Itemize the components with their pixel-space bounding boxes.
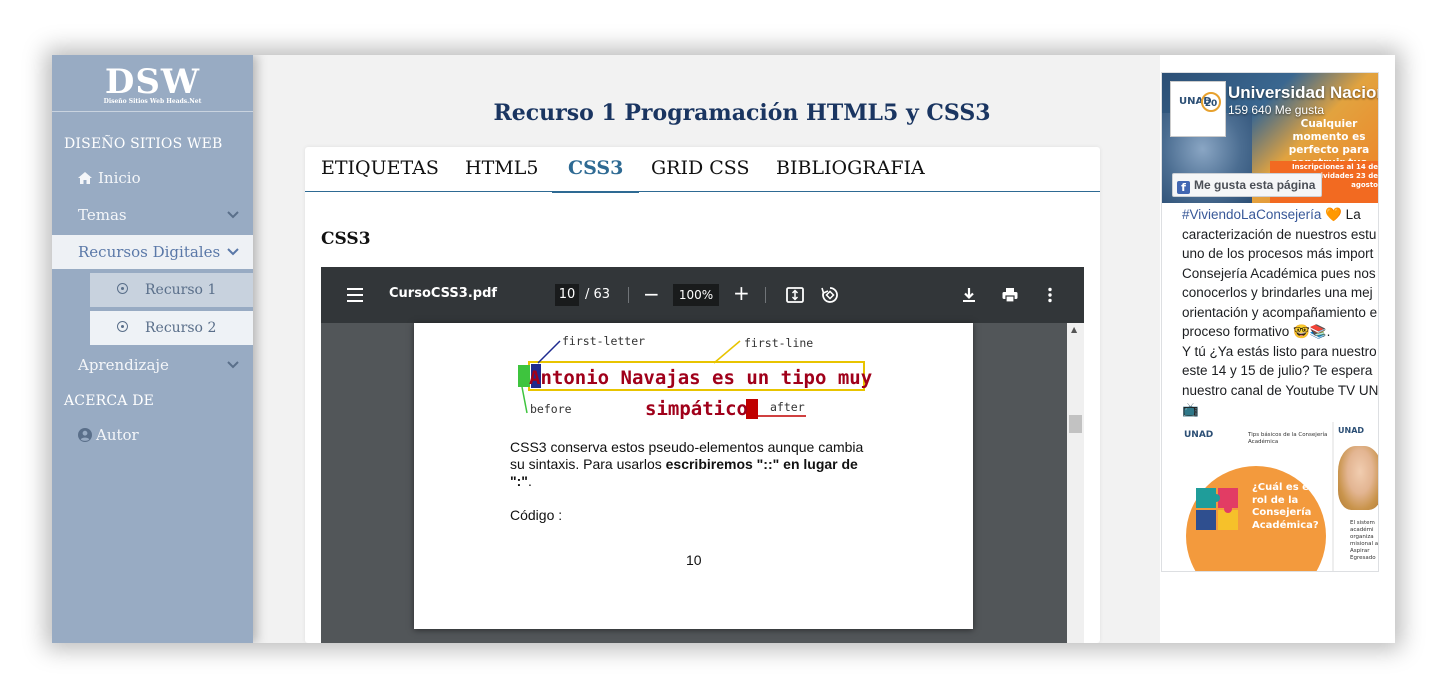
pdf-toolbar: CursoCSS3.pdf 10 / 63 − 100% + — [321, 267, 1084, 323]
page-title: Recurso 1 Programación HTML5 y CSS3 — [493, 100, 991, 126]
toolbar-divider — [765, 287, 766, 303]
page-number-input[interactable]: 10 — [555, 284, 579, 306]
sidebar-item-autor[interactable]: Autor — [52, 418, 253, 452]
image-logo: UNAD — [1338, 426, 1365, 435]
label-after: after — [770, 400, 805, 414]
home-icon — [78, 172, 92, 184]
tab-bar: ETIQUETAS HTML5 CSS3 GRID CSS BIBLIOGRAF… — [305, 147, 1100, 193]
sidebar-item-temas[interactable]: Temas — [52, 198, 253, 232]
avatar-badge: 20 — [1201, 92, 1221, 112]
radio-selected-icon — [117, 283, 128, 294]
fb-like-button[interactable]: f Me gusta esta página — [1172, 173, 1323, 197]
section-label-design: DISEÑO SITIOS WEB — [64, 136, 223, 152]
zoom-input[interactable]: 100% — [673, 284, 719, 306]
label-first-line: first-line — [744, 336, 813, 350]
site-logo[interactable]: DSW Diseño Sitios Web Heads.Net — [52, 55, 253, 112]
print-icon[interactable] — [1000, 285, 1020, 305]
post-line: este 14 y 15 de julio? Te espera — [1182, 363, 1373, 378]
sidebar-subitem-label: Recurso 2 — [145, 320, 217, 336]
chevron-down-icon — [227, 348, 239, 395]
scroll-thumb[interactable] — [1069, 415, 1082, 433]
label-first-letter: first-letter — [562, 334, 645, 348]
label-before: before — [530, 402, 572, 416]
tab-grid-css[interactable]: GRID CSS — [635, 147, 766, 191]
image-question-text: ¿Cuál es el rol de la Consejería Académi… — [1252, 482, 1319, 531]
page-total: / 63 — [585, 287, 611, 302]
toolbar-divider — [628, 287, 629, 303]
facebook-icon: f — [1177, 181, 1190, 194]
fit-page-icon[interactable] — [785, 285, 805, 305]
scroll-up-arrow-icon[interactable]: ▲ — [1071, 325, 1077, 334]
image-caption-text: El sistem académi organiza misional a As… — [1350, 520, 1379, 561]
sidebar-item-label: Temas — [78, 206, 127, 224]
facebook-page-widget[interactable]: Cualquier momento es perfecto para const… — [1161, 72, 1379, 572]
sidebar-item-aprendizaje[interactable]: Aprendizaje — [52, 348, 253, 382]
sidebar-subitem-recurso-1[interactable]: Recurso 1 — [90, 273, 253, 307]
fb-post-text: #ViviendoLaConsejería 🧡 La caracterizaci… — [1182, 205, 1379, 420]
sidebar: DSW Diseño Sitios Web Heads.Net DISEÑO S… — [52, 55, 253, 643]
post-line: conocerlos y brindarles una mej — [1182, 285, 1373, 300]
pdf-code-label: Código : — [510, 507, 563, 523]
fb-post-image-1[interactable]: UNAD Tips básicos de la Consejería Acadé… — [1182, 422, 1334, 571]
post-hashtag[interactable]: #ViviendoLaConsejería — [1182, 207, 1321, 222]
rotate-icon[interactable] — [820, 285, 840, 305]
logo-title: DSW — [104, 62, 201, 102]
section-heading: CSS3 — [321, 229, 371, 249]
post-line: orientación y acompañamiento e — [1182, 304, 1378, 320]
pdf-viewer[interactable]: CursoCSS3.pdf 10 / 63 − 100% + first-let… — [321, 267, 1084, 643]
pdf-filename: CursoCSS3.pdf — [389, 286, 498, 301]
tab-html5[interactable]: HTML5 — [449, 147, 554, 191]
sidebar-item-label: Aprendizaje — [78, 356, 169, 374]
post-line: Y tú ¿Ya estás listo para nuestro — [1182, 343, 1377, 359]
sidebar-item-label: Autor — [96, 426, 139, 444]
tab-etiquetas[interactable]: ETIQUETAS — [305, 147, 455, 191]
sidebar-subitem-label: Recurso 1 — [145, 282, 217, 298]
pseudo-elements-diagram: first-letter first-line before after Ant… — [518, 334, 872, 420]
post-line: 📺 — [1182, 402, 1199, 417]
image-logo: UNAD — [1184, 430, 1214, 440]
fb-page-avatar[interactable]: UNAD 20 — [1170, 81, 1226, 137]
example-line-1: Antonio Navajas es un tipo muy — [529, 367, 872, 389]
download-icon[interactable] — [959, 285, 979, 305]
sidebar-item-inicio[interactable]: Inicio — [52, 161, 253, 195]
radio-icon — [117, 321, 128, 332]
example-line-2: simpático — [645, 398, 748, 420]
more-options-icon[interactable] — [1040, 285, 1060, 305]
post-line: proceso formativo 🤓📚. — [1182, 324, 1331, 339]
tab-css3[interactable]: CSS3 — [552, 147, 640, 193]
user-circle-icon — [78, 428, 92, 442]
sidebar-item-label: Inicio — [98, 169, 141, 187]
post-line: nuestro canal de Youtube TV UN — [1182, 382, 1379, 398]
puzzle-icon — [1196, 488, 1238, 530]
section-label-about: ACERCA DE — [64, 393, 155, 409]
sidebar-item-recursos-digitales[interactable]: Recursos Digitales — [52, 235, 253, 269]
pdf-paragraph-end: . — [527, 473, 532, 489]
sidebar-item-label: Recursos Digitales — [78, 243, 221, 261]
pdf-page-number: 10 — [686, 552, 702, 568]
tab-bibliografia[interactable]: BIBLIOGRAFIA — [760, 147, 941, 191]
fb-likes-count: 159 640 Me gusta — [1228, 103, 1325, 117]
post-line: uno de los procesos más import — [1182, 246, 1374, 261]
fb-like-label: Me gusta esta página — [1194, 178, 1316, 192]
post-line: Consejería Académica pues nos — [1182, 265, 1376, 281]
menu-icon[interactable] — [347, 288, 363, 302]
fb-cover-image[interactable]: Cualquier momento es perfecto para const… — [1162, 73, 1378, 203]
sidebar-subitem-recurso-2[interactable]: Recurso 2 — [90, 311, 253, 345]
pdf-scrollbar[interactable]: ▲ — [1067, 323, 1084, 643]
pdf-paragraph: CSS3 conserva estos pseudo-elementos aun… — [510, 439, 880, 490]
post-line: caracterización de nuestros estu — [1182, 226, 1377, 242]
fb-page-name[interactable]: Universidad Nacion — [1228, 83, 1378, 103]
pdf-page: first-letter first-line before after Ant… — [414, 323, 973, 629]
zoom-in-button[interactable]: + — [733, 281, 750, 305]
zoom-out-button[interactable]: − — [643, 282, 660, 306]
app-window: DSW Diseño Sitios Web Heads.Net DISEÑO S… — [52, 55, 1395, 643]
logo-subtitle: Diseño Sitios Web Heads.Net — [103, 98, 202, 105]
content-card: ETIQUETAS HTML5 CSS3 GRID CSS BIBLIOGRAF… — [305, 147, 1100, 643]
fb-post-image-2[interactable]: UNAD El sistem académi organiza misional… — [1334, 422, 1379, 571]
image-tips-text: Tips básicos de la Consejería Académica — [1248, 432, 1328, 445]
person-photo — [1338, 446, 1378, 510]
post-line-text: 🧡 La — [1325, 207, 1361, 222]
post-line: #ViviendoLaConsejería 🧡 La — [1182, 205, 1378, 225]
